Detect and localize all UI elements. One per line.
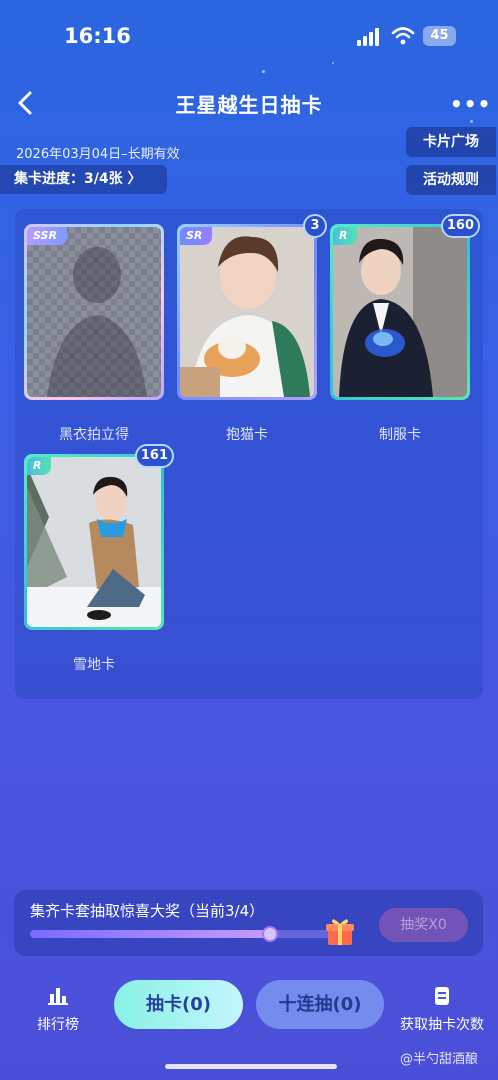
ranking-label: 排行榜 xyxy=(37,1017,79,1033)
card-image: SR xyxy=(180,227,314,397)
prize-progress-knob xyxy=(262,926,278,942)
status-bar: 16:16 45 xyxy=(0,0,498,76)
gift-icon[interactable] xyxy=(324,916,356,948)
status-time: 16:16 xyxy=(64,24,131,48)
battery-icon: 45 xyxy=(423,26,456,46)
card-collection-panel: SSR 黑衣拍立得 SR 3 抱猫卡 R 160 制服卡 R 161 雪地卡 xyxy=(15,209,483,699)
rarity-badge: SSR xyxy=(27,227,67,245)
prize-progress-fill xyxy=(30,930,270,938)
ranking-icon xyxy=(48,988,68,1005)
card-r-uniform[interactable]: R 160 xyxy=(330,214,480,400)
ranking-button[interactable]: 排行榜 xyxy=(30,986,86,1034)
get-draw-count-button[interactable]: 获取抽卡次数 xyxy=(398,986,486,1034)
silhouette-image xyxy=(47,247,147,397)
snow-portrait-image xyxy=(27,457,161,627)
prize-progress-track xyxy=(30,926,350,942)
rarity-badge: SR xyxy=(180,227,213,245)
draw-card-button[interactable]: 抽卡(0) xyxy=(114,980,243,1029)
prize-progress-panel: 集齐卡套抽取惊喜大奖（当前3/4） 抽奖X0 xyxy=(14,890,483,956)
wifi-icon xyxy=(391,27,415,45)
rarity-badge: R xyxy=(27,457,52,475)
card-image: R xyxy=(27,457,161,627)
prize-title: 集齐卡套抽取惊喜大奖（当前3/4） xyxy=(30,902,265,920)
card-sr-cat[interactable]: SR 3 xyxy=(177,214,327,400)
collect-progress-button[interactable]: 集卡进度：3/4张 〉 xyxy=(0,165,167,194)
card-count-badge: 160 xyxy=(440,214,480,238)
rarity-badge: R xyxy=(333,227,358,245)
card-label: 雪地卡 xyxy=(73,657,115,673)
card-image: R xyxy=(333,227,467,397)
activity-rules-button[interactable]: 活动规则 xyxy=(406,165,496,195)
home-indicator[interactable] xyxy=(165,1064,337,1069)
page-title: 王星越生日抽卡 xyxy=(175,93,323,117)
card-r-snow[interactable]: R 161 xyxy=(24,444,174,630)
validity-text: 2026年03月04日–长期有效 xyxy=(16,147,180,162)
watermark: @半勺甜酒酿 xyxy=(400,1052,479,1067)
card-label: 抱猫卡 xyxy=(226,427,268,443)
card-image-locked: SSR xyxy=(27,227,161,397)
ten-draw-button[interactable]: 十连抽(0) xyxy=(256,980,384,1029)
lottery-button[interactable]: 抽奖X0 xyxy=(379,908,468,942)
card-label: 制服卡 xyxy=(379,427,421,443)
card-count-badge: 161 xyxy=(134,444,174,468)
card-count-badge: 3 xyxy=(303,214,327,238)
card-ssr-black-polaroid[interactable]: SSR xyxy=(24,224,164,400)
get-draw-count-label: 获取抽卡次数 xyxy=(400,1017,484,1033)
sparkle xyxy=(470,120,473,123)
document-icon xyxy=(435,987,449,1005)
card-label: 黑衣拍立得 xyxy=(59,427,129,443)
signal-icon xyxy=(357,28,383,46)
cat-portrait-image xyxy=(180,227,314,397)
more-icon[interactable]: ••• xyxy=(450,92,490,116)
uniform-portrait-image xyxy=(333,227,467,397)
card-square-button[interactable]: 卡片广场 xyxy=(406,127,496,157)
